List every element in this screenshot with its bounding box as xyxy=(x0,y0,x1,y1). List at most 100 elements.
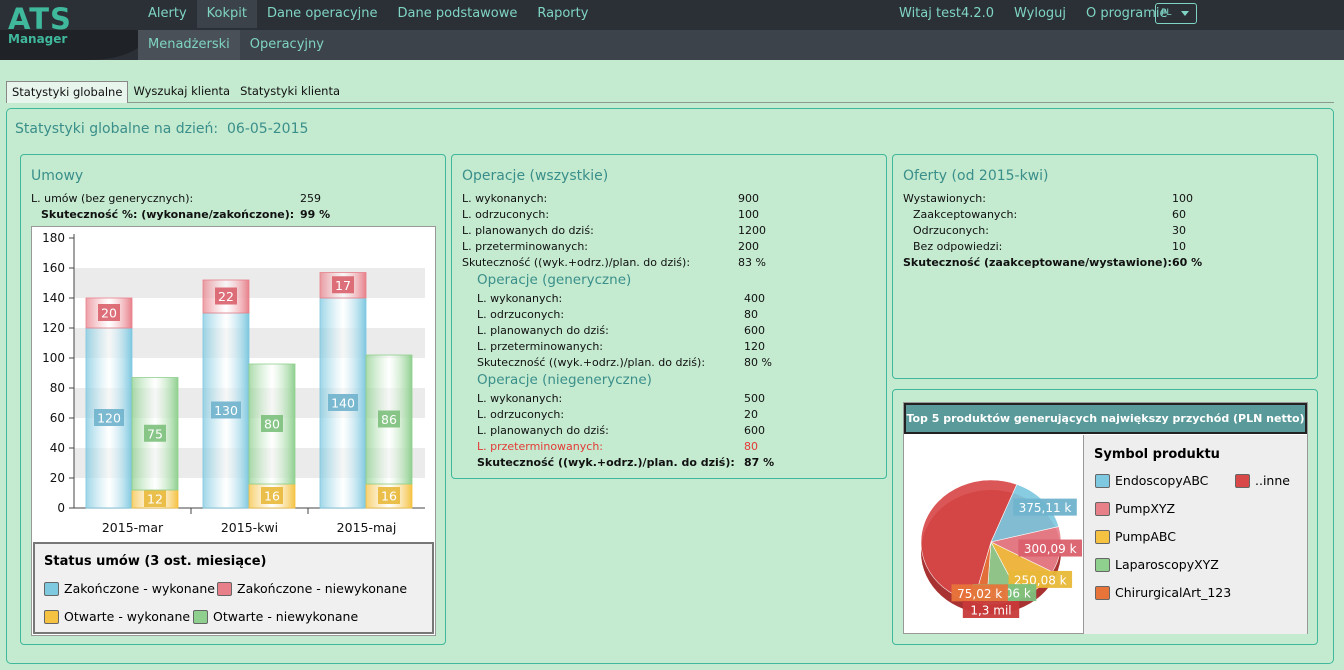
operacje-gen-row-value: 80 % xyxy=(744,356,772,369)
operacje-gen-row-label: Skuteczność ((wyk.+odrz.)/plan. do dziś)… xyxy=(477,356,706,369)
legend-label: Zakończone - niewykonane xyxy=(237,581,408,596)
legend-swatch xyxy=(217,581,232,596)
nav-item-raporty[interactable]: Raporty xyxy=(527,0,598,28)
legend-label: Zakończone - wykonane xyxy=(64,581,215,596)
pie-legend-item-pumpabc[interactable]: PumpABC xyxy=(1095,529,1176,544)
y-tick-label: 40 xyxy=(50,441,65,455)
main-nav: Alerty Kokpit Dane operacyjne Dane podst… xyxy=(138,0,598,28)
grid-band xyxy=(74,268,425,298)
data-label: 20 xyxy=(101,306,117,321)
operacje-row-value: 83 % xyxy=(738,256,766,269)
operacje-nongen-row-label: L. wykonanych: xyxy=(477,392,563,405)
operacje-row-value: 100 xyxy=(738,208,759,221)
pie-legend-item-chirurgicalart-123[interactable]: ChirurgicalArt_123 xyxy=(1095,585,1231,600)
nav-item-alerty[interactable]: Alerty xyxy=(138,0,197,28)
tab-wyszukaj-klienta[interactable]: Wyszukaj klienta xyxy=(128,81,235,103)
y-tick-label: 80 xyxy=(50,381,65,395)
oferty-row-value: 10 xyxy=(1172,240,1186,253)
app-logo[interactable]: ATS Manager xyxy=(8,4,72,46)
pie-data-label: 300,09 k xyxy=(1024,542,1077,556)
operacje-gen-row-value: 120 xyxy=(744,340,765,353)
operacje-gen-row-label: L. odrzuconych: xyxy=(477,308,565,321)
oferty-row-value: 60 xyxy=(1172,208,1186,221)
oferty-row-label: Zaakceptowanych: xyxy=(913,208,1018,221)
x-tick-label: 2015-maj xyxy=(337,520,397,535)
legend-swatch xyxy=(1095,585,1110,600)
operacje-nongen-row-label: L. planowanych do dziś: xyxy=(477,424,609,437)
welcome-link[interactable]: Witaj test4.2.0 xyxy=(889,0,1004,28)
legend-label: PumpABC xyxy=(1115,529,1176,544)
y-tick-label: 20 xyxy=(50,471,65,485)
tab-bar: Statystyki globalne Wyszukaj klienta Sta… xyxy=(6,81,345,103)
data-label: 12 xyxy=(147,492,163,507)
operacje-row-value: 900 xyxy=(738,192,759,205)
logout-link[interactable]: Wyloguj xyxy=(1004,0,1076,28)
nav-item-dane-operacyjne[interactable]: Dane operacyjne xyxy=(257,0,388,28)
umowy-count-value: 259 xyxy=(300,192,321,205)
legend-label: ChirurgicalArt_123 xyxy=(1115,585,1232,600)
tab-statystyki-globalne[interactable]: Statystyki globalne xyxy=(6,81,129,103)
legend-label: ..inne xyxy=(1255,473,1290,488)
legend-swatch xyxy=(1095,501,1110,516)
operacje-gen-row-label: L. planowanych do dziś: xyxy=(477,324,609,337)
language-select[interactable]: PL xyxy=(1155,3,1197,24)
logo-text-ats: ATS xyxy=(8,2,72,36)
y-tick-label: 180 xyxy=(42,231,65,245)
nav-item-kokpit[interactable]: Kokpit xyxy=(196,0,257,28)
pie-legend-title: Symbol produktu xyxy=(1094,447,1220,462)
operacje-nongen-row-label: L. przeterminowanych: xyxy=(477,440,603,453)
data-label: 75 xyxy=(147,426,163,441)
pie-chart-title: Top 5 produktów generujących największy … xyxy=(904,403,1307,434)
logo-text-manager: Manager xyxy=(8,32,68,46)
data-label: 16 xyxy=(264,489,280,504)
legend-swatch xyxy=(1095,473,1110,488)
subnav-item-menadzerski[interactable]: Menadżerski xyxy=(138,30,240,60)
tab-statystyki-klienta[interactable]: Statystyki klienta xyxy=(235,81,345,103)
data-label: 140 xyxy=(331,396,355,411)
page-title-label: Statystyki globalne na dzień: xyxy=(15,121,219,137)
x-tick-label: 2015-kwi xyxy=(221,520,278,535)
user-nav: Witaj test4.2.0 Wyloguj O programie xyxy=(889,0,1178,28)
legend-swatch xyxy=(193,609,208,624)
legend-item-zakonczone-niewykonane[interactable]: Zakończone - niewykonane xyxy=(217,581,407,596)
pie-legend-item-pumpxyz[interactable]: PumpXYZ xyxy=(1095,501,1175,516)
legend-swatch xyxy=(1235,473,1250,488)
data-label: 17 xyxy=(335,278,351,293)
umowy-efficiency-label: Skuteczność %: (wykonane/zakończone): xyxy=(41,208,295,221)
sub-nav: Menadżerski Operacyjny xyxy=(138,30,334,60)
operacje-nongen-row-label: Skuteczność ((wyk.+odrz.)/plan. do dziś)… xyxy=(477,456,735,469)
operacje-row-label: L. wykonanych: xyxy=(462,192,548,205)
operacje-nongen-row-value: 87 % xyxy=(744,456,775,469)
subnav-item-operacyjny[interactable]: Operacyjny xyxy=(240,30,334,60)
nav-item-dane-podstawowe[interactable]: Dane podstawowe xyxy=(388,0,528,28)
y-tick-label: 60 xyxy=(50,411,65,425)
legend-item-zakonczone-wykonane[interactable]: Zakończone - wykonane xyxy=(44,581,215,596)
data-label: 120 xyxy=(97,411,121,426)
pie-legend: Symbol produktu EndoscopyABC ..inne Pump… xyxy=(1083,435,1307,634)
language-value: PL xyxy=(1161,8,1172,18)
operacje-gen-row-label: L. przeterminowanych: xyxy=(477,340,603,353)
y-tick-label: 160 xyxy=(42,261,65,275)
oferty-row-label: Odrzuconych: xyxy=(913,224,989,237)
y-tick-label: 120 xyxy=(42,321,65,335)
operacje-title: Operacje (wszystkie) xyxy=(462,168,609,184)
legend-swatch xyxy=(1095,529,1110,544)
pie-legend-item-inne[interactable]: ..inne xyxy=(1235,473,1290,488)
legend-item-otwarte-niewykonane[interactable]: Otwarte - niewykonane xyxy=(193,609,358,624)
legend-label: LaparoscopyXYZ xyxy=(1115,557,1219,572)
legend-label: PumpXYZ xyxy=(1115,501,1176,516)
legend-label: Otwarte - niewykonane xyxy=(213,609,359,624)
legend-item-otwarte-wykonane[interactable]: Otwarte - wykonane xyxy=(44,609,190,624)
y-tick-label: 100 xyxy=(42,351,65,365)
operacje-nongen-row-value: 80 xyxy=(744,440,758,453)
pie-legend-item-endoscopyabc[interactable]: EndoscopyABC xyxy=(1095,473,1208,488)
pie-legend-item-laparoscopyxyz[interactable]: LaparoscopyXYZ xyxy=(1095,557,1219,572)
umowy-title: Umowy xyxy=(31,168,84,184)
legend-swatch xyxy=(44,581,59,596)
operacje-nongen-row-value: 20 xyxy=(744,408,758,421)
x-tick-label: 2015-mar xyxy=(102,520,164,535)
data-label: 86 xyxy=(381,412,397,427)
data-label: 130 xyxy=(214,403,238,418)
pie-data-label: 75,02 k xyxy=(957,587,1002,601)
operacje-row-label: L. odrzuconych: xyxy=(462,208,550,221)
